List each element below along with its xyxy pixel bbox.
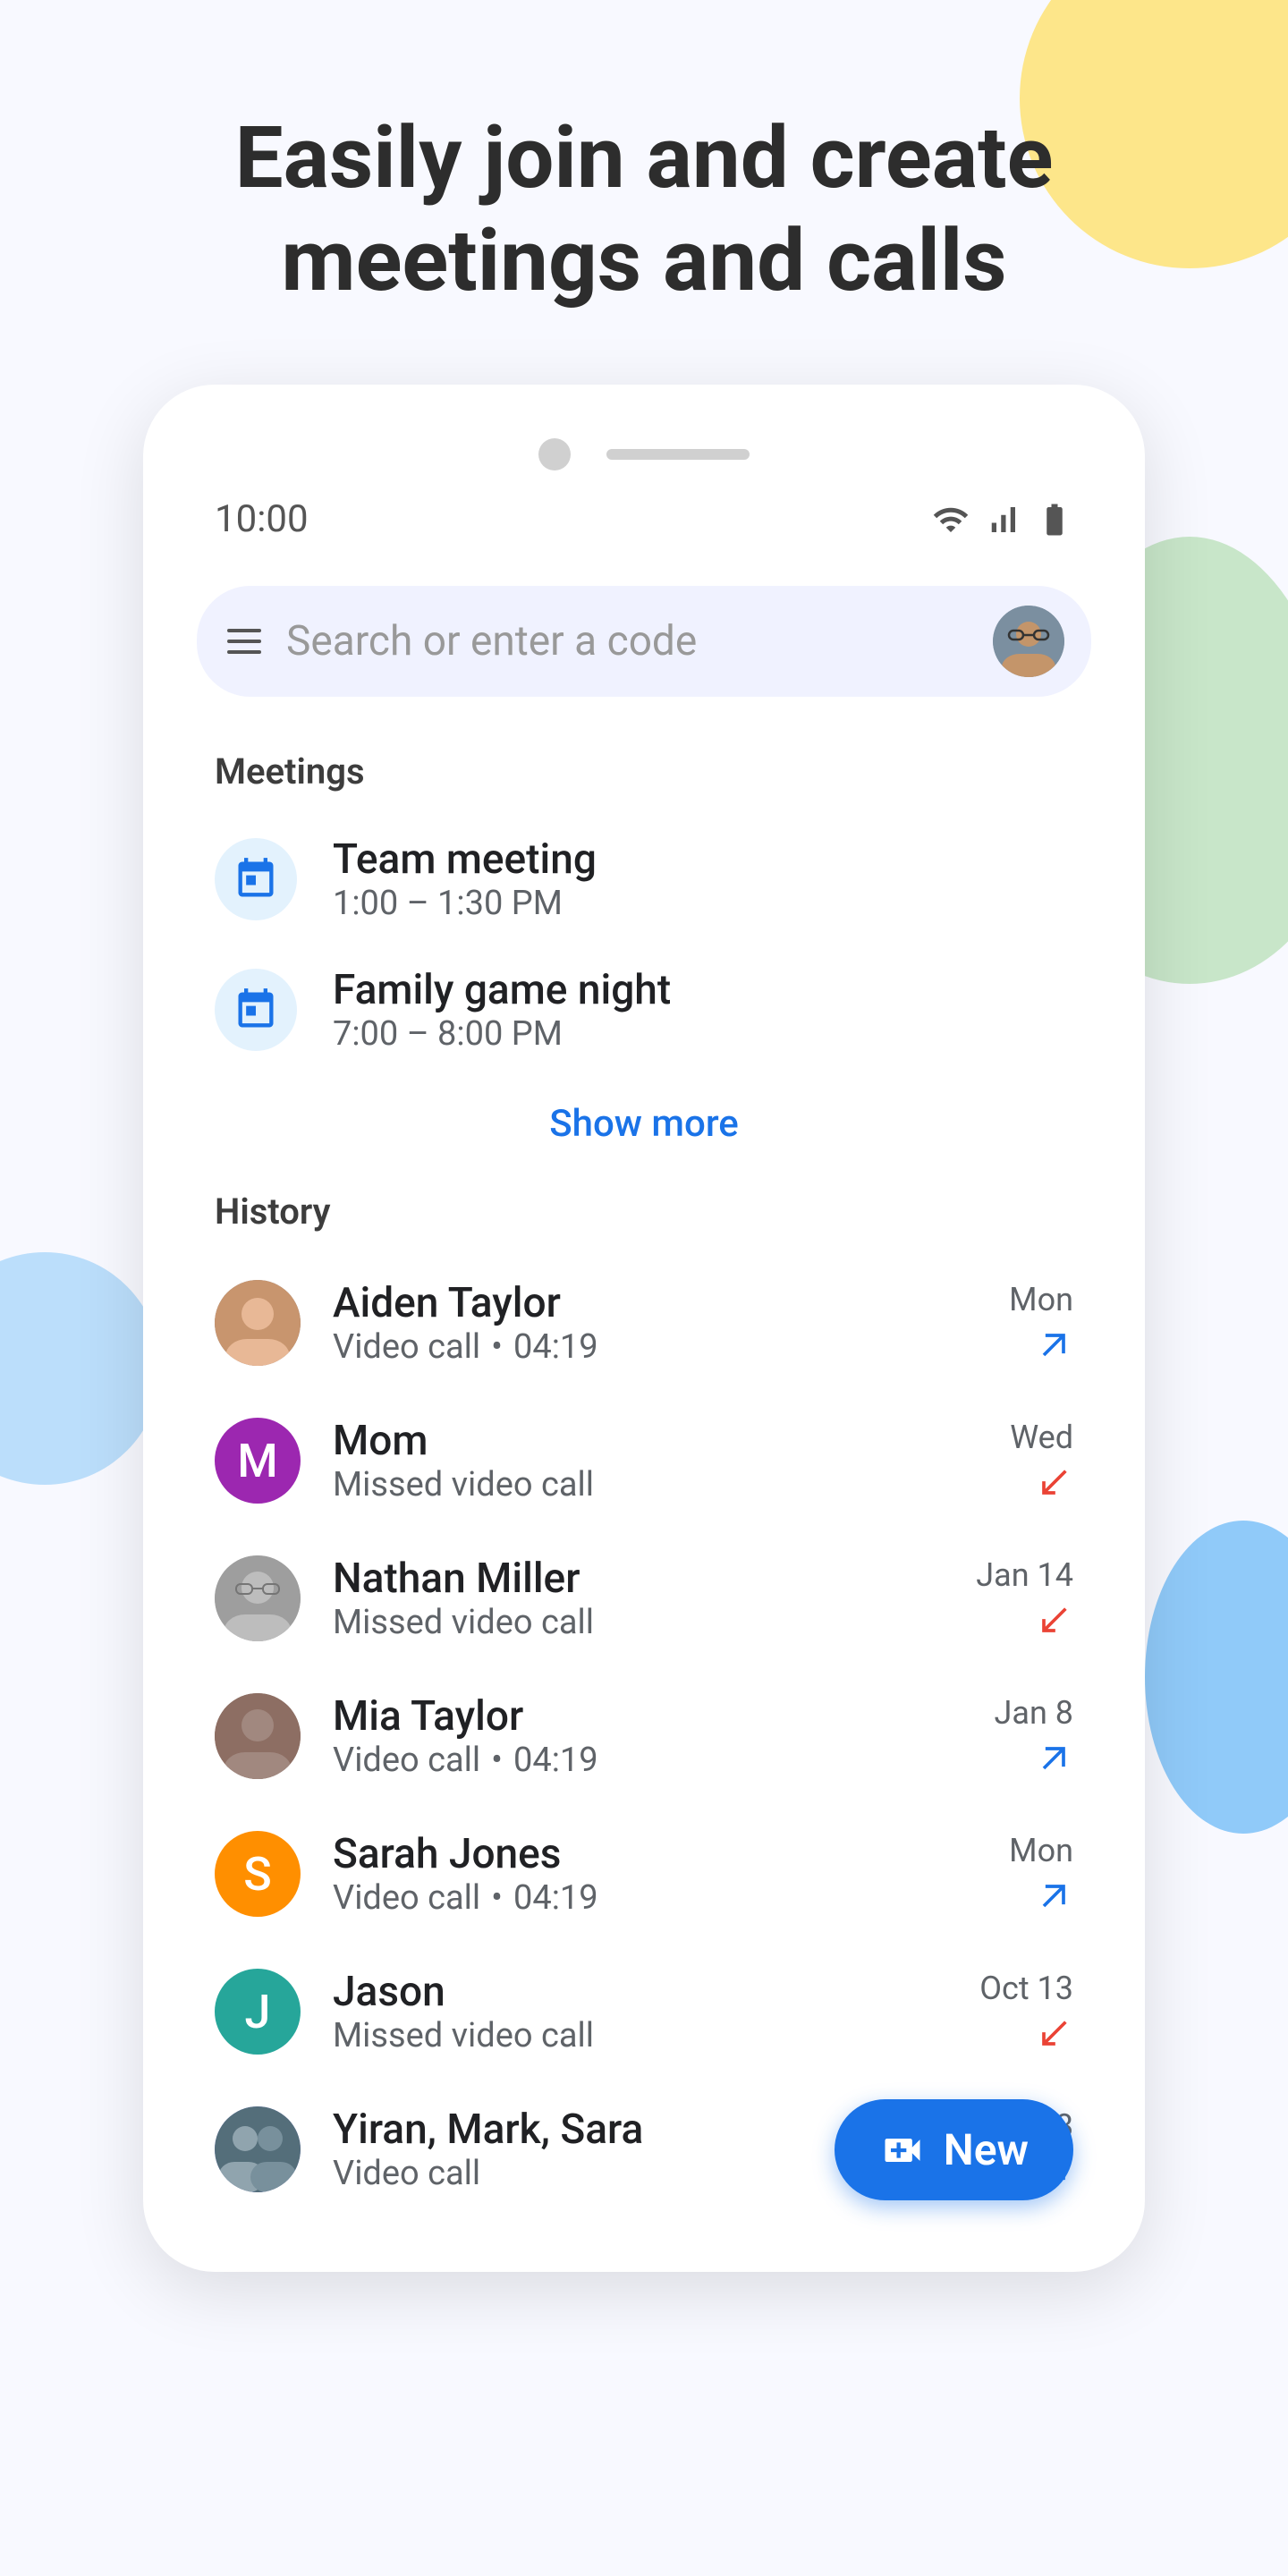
contact-avatar-aiden <box>215 1280 301 1366</box>
missed-call-icon <box>1034 2014 1073 2054</box>
contact-info: Mia Taylor Video call • 04:19 <box>333 1692 962 1780</box>
contact-name: Mom <box>333 1417 428 1465</box>
contact-status: Missed video call <box>333 2016 947 2055</box>
meeting-item[interactable]: Team meeting 1:00 – 1:30 PM <box>143 814 1145 945</box>
contact-status: Video call • 04:19 <box>333 1878 977 1918</box>
contact-avatar-sarah: S <box>215 1831 301 1917</box>
contact-avatar-nathan <box>215 1555 301 1641</box>
contact-avatar-jason: J <box>215 1969 301 2055</box>
contact-status: Missed video call <box>333 1603 944 1642</box>
meeting-name: Family game night <box>333 966 671 1014</box>
history-date: Jan 8 <box>995 1694 1074 1732</box>
menu-icon[interactable] <box>224 625 265 657</box>
contact-avatar-group <box>215 2106 301 2192</box>
history-section-label: History <box>143 1173 1145 1254</box>
history-date: Wed <box>1010 1419 1073 1456</box>
history-meta: Mon <box>1009 1832 1073 1916</box>
history-item[interactable]: Aiden Taylor Video call • 04:19 Mon <box>143 1254 1145 1392</box>
history-date: Jan 14 <box>976 1556 1073 1594</box>
new-button-label: New <box>944 2124 1029 2175</box>
missed-call-icon <box>1034 1463 1073 1503</box>
search-bar[interactable]: Search or enter a code <box>197 586 1091 697</box>
meeting-info: Team meeting 1:00 – 1:30 PM <box>333 835 597 923</box>
meeting-time: 7:00 – 8:00 PM <box>333 1014 671 1054</box>
search-placeholder: Search or enter a code <box>286 617 971 665</box>
contact-status: Missed video call <box>333 1465 978 1504</box>
meeting-name: Team meeting <box>333 835 597 884</box>
meeting-time: 1:00 – 1:30 PM <box>333 884 597 923</box>
phone-top <box>143 420 1145 497</box>
history-item[interactable]: Nathan Miller Missed video call Jan 14 <box>143 1530 1145 1667</box>
missed-call-icon <box>1034 1601 1073 1640</box>
outgoing-call-icon <box>1034 1326 1073 1365</box>
bg-shape-blue2 <box>1145 1521 1288 1834</box>
history-date: Mon <box>1009 1281 1073 1318</box>
history-item[interactable]: Mia Taylor Video call • 04:19 Jan 8 <box>143 1667 1145 1805</box>
status-time: 10:00 <box>215 497 309 541</box>
signal-icon <box>984 501 1021 538</box>
contact-info: Jason Missed video call <box>333 1968 947 2055</box>
contact-name: Jason <box>333 1968 445 2016</box>
contact-avatar-mia <box>215 1693 301 1779</box>
history-date: Oct 13 <box>979 1970 1073 2007</box>
contact-avatar-mom: M <box>215 1418 301 1504</box>
history-meta: Jan 14 <box>976 1556 1073 1640</box>
contact-info: Mom Missed video call <box>333 1417 978 1504</box>
history-item[interactable]: J Jason Missed video call Oct 13 <box>143 1943 1145 2080</box>
contact-name: Mia Taylor <box>333 1692 523 1741</box>
contact-status: Video call • 04:19 <box>333 1741 962 1780</box>
history-item[interactable]: S Sarah Jones Video call • 04:19 Mon <box>143 1805 1145 1943</box>
page-title: Easily join and create meetings and call… <box>0 0 1288 385</box>
history-meta: Jan 8 <box>995 1694 1074 1778</box>
show-more-button[interactable]: Show more <box>143 1075 1145 1173</box>
phone-camera <box>538 438 571 470</box>
history-meta: Oct 13 <box>979 1970 1073 2054</box>
contact-name: Sarah Jones <box>333 1830 561 1878</box>
meetings-section-label: Meetings <box>143 733 1145 814</box>
meeting-calendar-icon <box>215 838 297 920</box>
outgoing-call-icon <box>1034 1739 1073 1778</box>
video-plus-icon <box>879 2127 926 2174</box>
status-icons <box>932 501 1073 538</box>
phone-frame: 10:00 Search or enter a code <box>143 385 1145 2272</box>
contact-status: Video call • 04:19 <box>333 1327 977 1367</box>
contact-name: Aiden Taylor <box>333 1279 561 1327</box>
battery-icon <box>1036 501 1073 538</box>
contact-name: Yiran, Mark, Sara <box>333 2106 643 2154</box>
outgoing-call-icon <box>1034 1877 1073 1916</box>
meeting-item[interactable]: Family game night 7:00 – 8:00 PM <box>143 945 1145 1075</box>
meeting-info: Family game night 7:00 – 8:00 PM <box>333 966 671 1054</box>
user-avatar[interactable] <box>993 606 1064 677</box>
new-meeting-button[interactable]: New <box>835 2099 1073 2200</box>
user-avatar-image <box>993 606 1064 677</box>
history-item[interactable]: M Mom Missed video call Wed <box>143 1392 1145 1530</box>
status-bar: 10:00 <box>143 497 1145 568</box>
contact-info: Aiden Taylor Video call • 04:19 <box>333 1279 977 1367</box>
contact-info: Nathan Miller Missed video call <box>333 1555 944 1642</box>
contact-info: Sarah Jones Video call • 04:19 <box>333 1830 977 1918</box>
bg-shape-blue <box>0 1252 161 1485</box>
history-meta: Wed <box>1010 1419 1073 1503</box>
wifi-icon <box>932 501 970 538</box>
history-date: Mon <box>1009 1832 1073 1869</box>
meeting-calendar-icon <box>215 969 297 1051</box>
phone-speaker <box>606 449 750 460</box>
contact-name: Nathan Miller <box>333 1555 580 1603</box>
history-meta: Mon <box>1009 1281 1073 1365</box>
